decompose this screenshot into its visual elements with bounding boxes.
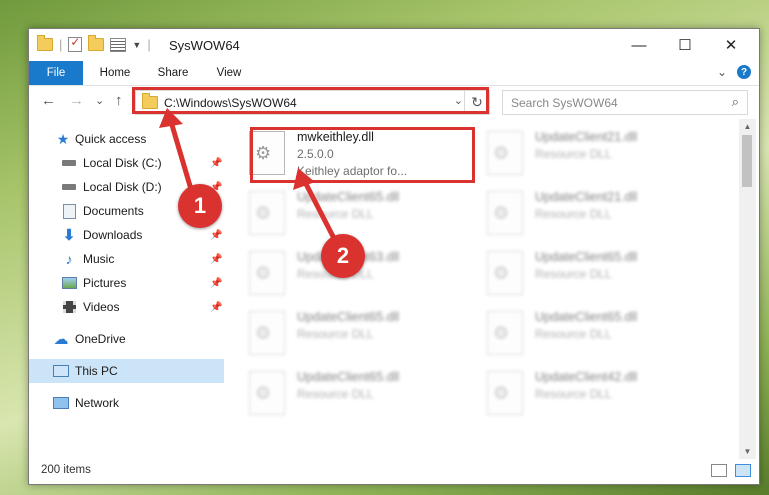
callout-badge-1: 1: [178, 184, 222, 228]
callout-arrow-2-head: [293, 168, 315, 190]
callout-badge-2: 2: [321, 234, 365, 278]
callout-arrow-1-head: [159, 108, 183, 128]
callout-arrows: [159, 108, 343, 252]
